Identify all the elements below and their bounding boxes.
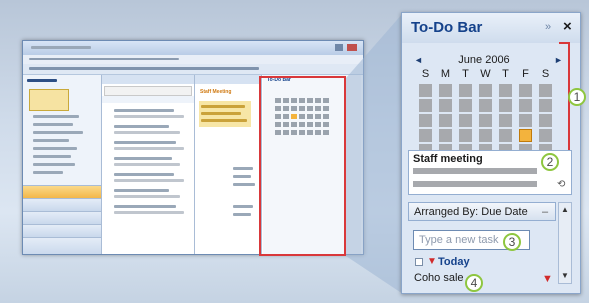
callout-1: 1	[568, 88, 586, 106]
date-navigator: ◄ June 2006 ► SMTWTFS	[408, 46, 574, 157]
task-scrollbar[interactable]: ▲ ▼	[558, 202, 572, 284]
double-chevron-icon[interactable]: »	[545, 21, 551, 33]
day-cell[interactable]	[539, 114, 552, 127]
day-cell[interactable]	[439, 129, 452, 142]
arranged-by-label: Arranged By: Due Date	[414, 206, 528, 218]
day-cell[interactable]	[499, 129, 512, 142]
callout-2: 2	[541, 153, 559, 171]
weekday-4: T	[502, 68, 509, 80]
weekday-1: M	[440, 68, 451, 80]
day-cell[interactable]	[419, 129, 432, 142]
weekday-2: T	[462, 68, 469, 80]
close-button[interactable]: ×	[563, 18, 572, 35]
day-cell[interactable]	[439, 84, 452, 97]
scroll-up-icon[interactable]: ▲	[561, 205, 569, 214]
day-cell[interactable]	[479, 114, 492, 127]
day-cell[interactable]	[439, 114, 452, 127]
weekday-3: W	[480, 68, 491, 80]
day-cell[interactable]	[459, 99, 472, 112]
task-item-label[interactable]: Coho sale	[414, 272, 464, 284]
day-cell[interactable]	[539, 84, 552, 97]
day-cell[interactable]	[419, 99, 432, 112]
arranged-by-header[interactable]: Arranged By: Due Date –	[408, 202, 556, 221]
task-flag-icon[interactable]: ▼	[542, 273, 553, 285]
weekday-0: S	[421, 68, 430, 80]
recurrence-icon: ⟲	[557, 179, 566, 190]
day-cell[interactable]	[499, 84, 512, 97]
day-cell[interactable]	[499, 99, 512, 112]
day-cell[interactable]	[479, 99, 492, 112]
new-task-placeholder: Type a new task	[419, 234, 499, 246]
group-today: Today	[438, 256, 470, 268]
weekday-5: F	[522, 68, 529, 80]
day-cell[interactable]	[419, 114, 432, 127]
day-cell[interactable]	[459, 84, 472, 97]
day-cell[interactable]	[459, 114, 472, 127]
day-cell[interactable]	[439, 99, 452, 112]
flag-icon: ▼	[427, 256, 437, 267]
day-cell[interactable]	[499, 114, 512, 127]
appointment-title: Staff meeting	[413, 153, 483, 165]
sort-dash-icon[interactable]: –	[542, 206, 548, 218]
day-cell[interactable]	[419, 84, 432, 97]
month-label: June 2006	[458, 54, 510, 66]
day-cell[interactable]	[459, 129, 472, 142]
day-cell[interactable]	[479, 84, 492, 97]
day-cell[interactable]	[479, 129, 492, 142]
todo-bar-title: To-Do Bar	[411, 19, 483, 36]
task-list: Arranged By: Due Date – ▲ ▼ Type a new t…	[408, 202, 572, 285]
selected-day-cell[interactable]	[519, 129, 532, 142]
day-cell[interactable]	[539, 129, 552, 142]
callout-4: 4	[465, 274, 483, 292]
callout-3: 3	[503, 233, 521, 251]
weekday-6: S	[541, 68, 550, 80]
collapse-group-icon[interactable]	[415, 258, 423, 266]
day-cell[interactable]	[519, 114, 532, 127]
day-cell[interactable]	[539, 99, 552, 112]
day-cell[interactable]	[519, 99, 532, 112]
scroll-down-icon[interactable]: ▼	[561, 271, 569, 280]
day-cell[interactable]	[519, 84, 532, 97]
todo-bar-header: To-Do Bar » ×	[402, 13, 580, 43]
